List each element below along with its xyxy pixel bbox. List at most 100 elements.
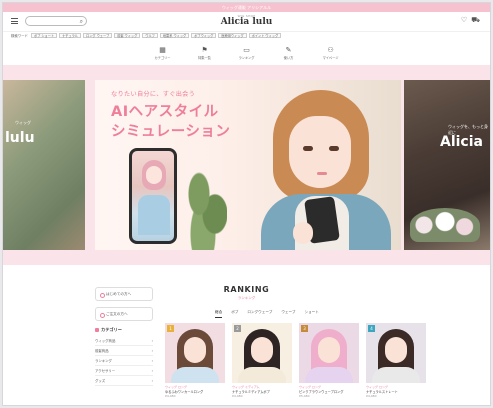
announcement-bar[interactable]: ウィッグ通販 アリシアルル bbox=[3, 3, 490, 12]
search-keywords: 検索ワード ボブ ショート ナチュラル ロング ウェーブ 前髪 ウィッグ ウルフ 地雷系 … bbox=[11, 33, 282, 38]
product-price: ¥4,480 bbox=[366, 394, 377, 398]
ranking-tab[interactable]: ロングウェーブ bbox=[247, 310, 272, 318]
model-face bbox=[251, 337, 273, 363]
product-image[interactable]: 3 bbox=[299, 323, 359, 383]
ranking-card[interactable]: 4 ウィッグ ロング ナチュラルストレート ¥4,480 bbox=[366, 323, 426, 398]
product-price: ¥4,480 bbox=[165, 394, 176, 398]
nav-icon: ⚑ bbox=[201, 46, 208, 54]
product-price: ¥4,480 bbox=[232, 394, 243, 398]
category-label: ウィッグ商品 bbox=[95, 339, 116, 343]
category-label: グッズ bbox=[95, 379, 106, 383]
keyword-tag[interactable]: ロング ウェーブ bbox=[83, 33, 113, 38]
category-item[interactable]: 前髪商品 › bbox=[95, 346, 153, 356]
keyword-tag[interactable]: 地雷系 ウィッグ bbox=[159, 33, 190, 38]
nav-label: 使い方 bbox=[283, 56, 294, 60]
banner-left-title: lulu bbox=[5, 130, 35, 146]
nav-icon: ▦ bbox=[159, 46, 166, 54]
model-shoulder bbox=[171, 367, 219, 383]
model-photo bbox=[245, 86, 395, 250]
chevron-right-icon: › bbox=[151, 379, 153, 383]
nav-icon: ✎ bbox=[285, 46, 292, 54]
left-sidebar: はじめての方へ ご注文の方へ カテゴリー ウィッグ商品 › 前髪商品 › ランキング › ア… bbox=[95, 287, 153, 386]
nav-item-3[interactable]: ✎ 使い方 bbox=[274, 46, 304, 60]
banner-prev-slide[interactable]: ウィッグ lulu bbox=[3, 80, 85, 250]
category-item[interactable]: ウィッグ商品 › bbox=[95, 336, 153, 346]
chevron-right-icon: › bbox=[151, 349, 153, 353]
ranking-card[interactable]: 3 ウィッグ ロング ピンクブラウンウェーブロング ¥5,480 bbox=[299, 323, 359, 398]
banner-main-slide[interactable]: なりたい自分に、すぐ出会う AIヘアスタイル シミュレーション bbox=[95, 80, 401, 250]
nav-label: カテゴリー bbox=[154, 56, 171, 60]
site-logo[interactable]: WIG SHOP Alicia lulu bbox=[3, 14, 490, 27]
product-image[interactable]: 2 bbox=[232, 323, 292, 383]
keyword-tag[interactable]: 前髪 ウィッグ bbox=[114, 33, 141, 38]
category-label: アクセサリー bbox=[95, 369, 116, 373]
category-item[interactable]: ランキング › bbox=[95, 356, 153, 366]
banner-subtitle: なりたい自分に、すぐ出会う bbox=[111, 91, 196, 98]
cart-icon[interactable]: ⛟ bbox=[471, 16, 484, 24]
category-label: ランキング bbox=[95, 359, 112, 363]
banner-left-sub: ウィッグ bbox=[15, 120, 31, 125]
ranking-title: RANKING bbox=[223, 285, 270, 294]
rank-badge: 2 bbox=[234, 325, 241, 332]
model-face bbox=[318, 337, 340, 363]
nav-icon: ⚇ bbox=[327, 46, 334, 54]
chevron-right-icon: › bbox=[151, 359, 153, 363]
hero-banner-area: ウィッグ lulu なりたい自分に、すぐ出会う AIヘアスタイル シミュレーショ… bbox=[3, 65, 490, 265]
banner-title-line1: AIヘアスタイル bbox=[111, 104, 219, 120]
ranking-tab[interactable]: ボブ bbox=[231, 310, 238, 318]
product-image[interactable]: 1 bbox=[165, 323, 225, 383]
nav-item-2[interactable]: ▭ ランキング bbox=[232, 46, 262, 60]
category-item[interactable]: アクセサリー › bbox=[95, 366, 153, 376]
plant-image bbox=[187, 170, 227, 250]
header-icons: ♡⛟ bbox=[461, 16, 484, 25]
ranking-subtitle: ランキング bbox=[237, 296, 256, 300]
keyword-tag[interactable]: 医療用ウィッグ bbox=[218, 33, 247, 38]
model-shoulder bbox=[305, 367, 353, 383]
order-guide-button[interactable]: ご注文の方へ bbox=[95, 307, 153, 321]
phone-mockup-image bbox=[129, 148, 177, 244]
category-item[interactable]: グッズ › bbox=[95, 376, 153, 386]
keyword-tag[interactable]: ボブ ショート bbox=[30, 33, 58, 38]
chevron-right-icon: › bbox=[151, 339, 153, 343]
nav-item-4[interactable]: ⚇ マイページ bbox=[316, 46, 346, 60]
nav-item-1[interactable]: ⚑ 特集一覧 bbox=[190, 46, 220, 60]
keywords-label: 検索ワード bbox=[11, 34, 28, 38]
main-nav: ▦ カテゴリー ⚑ 特集一覧 ▭ ランキング ✎ 使い方 ⚇ マイページ bbox=[3, 46, 490, 60]
rank-badge: 3 bbox=[301, 325, 308, 332]
keyword-tag[interactable]: ボブウィッグ bbox=[191, 33, 217, 38]
ranking-tab[interactable]: ウェーブ bbox=[281, 310, 295, 318]
nav-label: 特集一覧 bbox=[198, 56, 211, 60]
nav-label: マイページ bbox=[322, 56, 339, 60]
model-face bbox=[184, 337, 206, 363]
flower-image bbox=[410, 208, 480, 242]
ranking-tabs: 総合 ボブ ロングウェーブ ウェーブ ショート bbox=[215, 310, 319, 318]
logo-text: Alicia lulu bbox=[220, 17, 273, 27]
rank-badge: 4 bbox=[368, 325, 375, 332]
category-heading: カテゴリー bbox=[95, 327, 153, 333]
nav-label: ランキング bbox=[238, 56, 255, 60]
site-header: ⌕ WIG SHOP Alicia lulu ♡⛟ bbox=[3, 12, 490, 32]
banner-right-title: Alicia bbox=[440, 134, 483, 150]
browser-page: ウィッグ通販 アリシアルル ⌕ WIG SHOP Alicia lulu ♡⛟ … bbox=[2, 2, 491, 406]
rank-badge: 1 bbox=[167, 325, 174, 332]
ranking-card[interactable]: 2 ウィッグ ミディアム ナチュラルミディアムボブ ¥4,480 bbox=[232, 323, 292, 398]
keyword-tag[interactable]: ウルフ bbox=[142, 33, 158, 38]
banner-title-line2: シミュレーション bbox=[111, 124, 231, 140]
ranking-tab[interactable]: ショート bbox=[305, 310, 319, 318]
product-price: ¥5,480 bbox=[299, 394, 310, 398]
category-list: ウィッグ商品 › 前髪商品 › ランキング › アクセサリー › グッズ › bbox=[95, 336, 153, 386]
category-icon bbox=[95, 328, 99, 332]
ranking-tab[interactable]: 総合 bbox=[215, 310, 223, 318]
keyword-tag[interactable]: ポイント ウィッグ bbox=[248, 33, 282, 38]
ranking-cards: 1 ウィッグ ロング ゆるふわワンカールロング ¥4,480 2 ウィッグ ミディアム ナチ… bbox=[165, 323, 426, 398]
chevron-right-icon: › bbox=[151, 369, 153, 373]
nav-item-0[interactable]: ▦ カテゴリー bbox=[148, 46, 178, 60]
model-shoulder bbox=[372, 367, 420, 383]
banner-next-slide[interactable]: ウィッグを、もっと身近に Alicia bbox=[404, 80, 490, 250]
favorite-icon[interactable]: ♡ bbox=[461, 16, 471, 24]
product-image[interactable]: 4 bbox=[366, 323, 426, 383]
model-shoulder bbox=[238, 367, 286, 383]
nav-icon: ▭ bbox=[243, 46, 250, 54]
keyword-tag[interactable]: ナチュラル bbox=[59, 33, 82, 38]
ranking-card[interactable]: 1 ウィッグ ロング ゆるふわワンカールロング ¥4,480 bbox=[165, 323, 225, 398]
